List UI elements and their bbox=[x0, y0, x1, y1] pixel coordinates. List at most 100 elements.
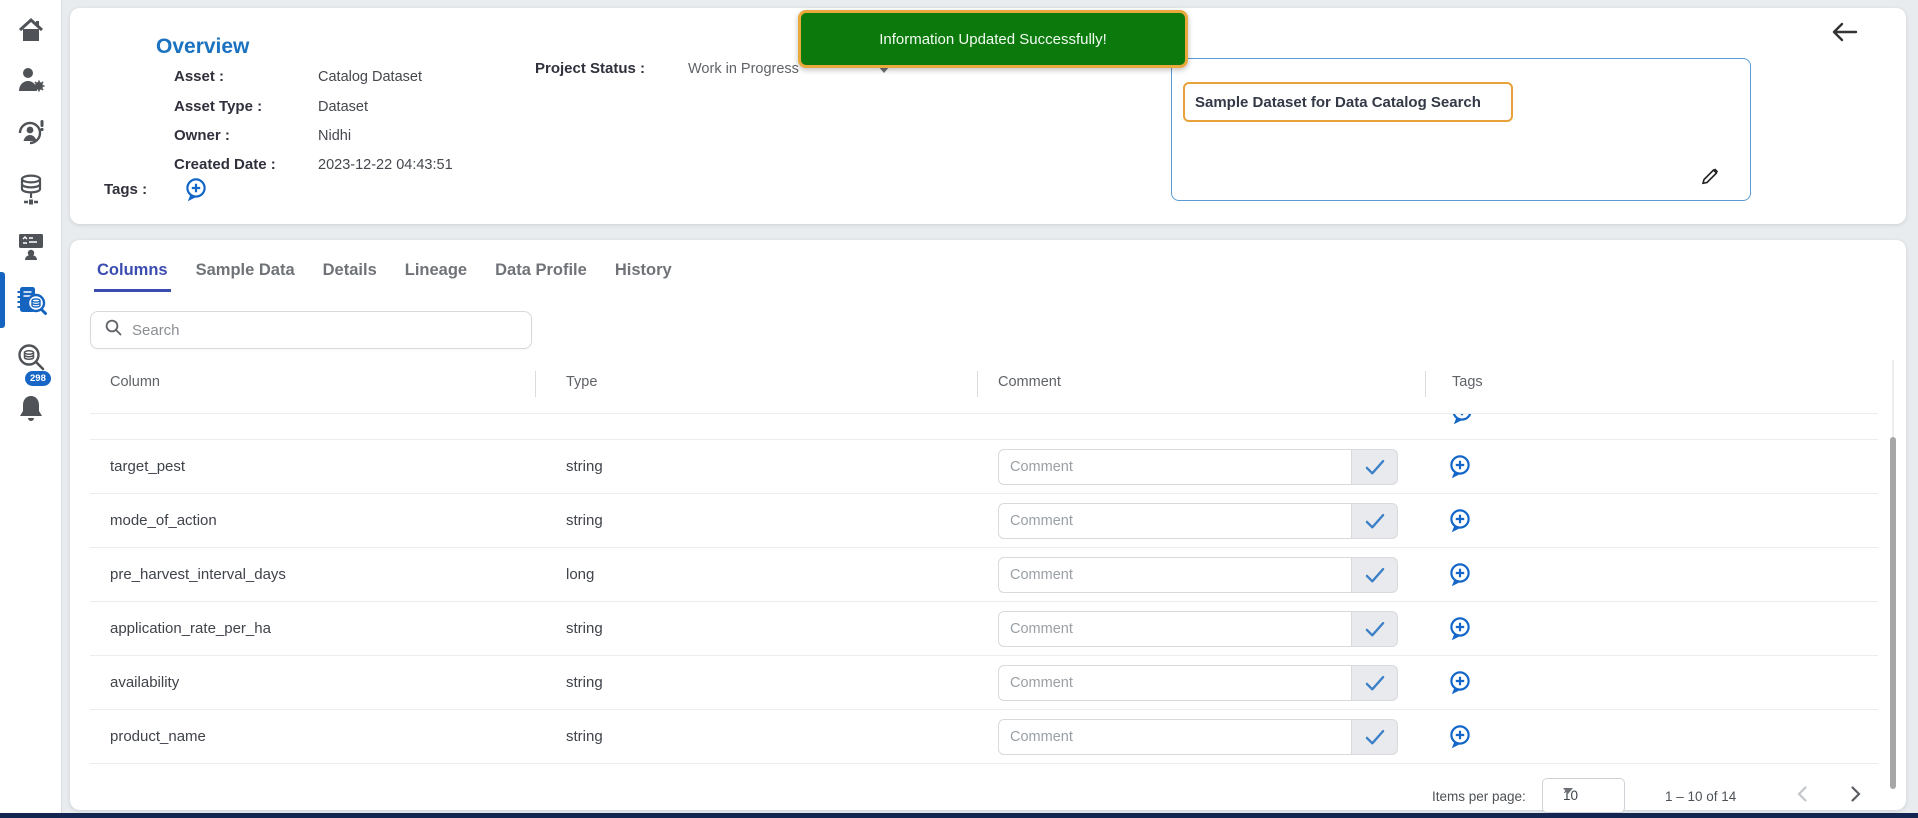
tab-details[interactable]: Details bbox=[320, 261, 380, 292]
asset-type-label: Asset Type : bbox=[174, 98, 263, 115]
toast-notification: Information Updated Successfully! bbox=[798, 10, 1188, 68]
asset-type-value: Dataset bbox=[318, 99, 368, 115]
created-date-label: Created Date : bbox=[174, 156, 276, 173]
tab-data-profile[interactable]: Data Profile bbox=[492, 261, 590, 292]
sidebar bbox=[0, 0, 62, 818]
asset-label: Asset : bbox=[174, 68, 225, 85]
column-type-cell: string bbox=[566, 512, 603, 529]
header-comment: Comment bbox=[998, 374, 1061, 390]
column-name-cell: availability bbox=[110, 674, 180, 691]
column-name-cell: application_rate_per_ha bbox=[110, 620, 271, 637]
database-network-icon bbox=[16, 174, 46, 206]
owner-value: Nidhi bbox=[318, 128, 352, 144]
comment-input[interactable] bbox=[998, 449, 1352, 485]
add-tag-icon[interactable] bbox=[1448, 670, 1472, 699]
table-row: product_name string bbox=[90, 710, 1878, 764]
table-row: pre_harvest_interval_days long bbox=[90, 548, 1878, 602]
user-alert-icon bbox=[16, 118, 46, 148]
tab-lineage[interactable]: Lineage bbox=[402, 261, 470, 292]
sidebar-item-data-search[interactable] bbox=[13, 339, 49, 375]
previous-page-icon[interactable] bbox=[1792, 783, 1814, 808]
add-tag-icon[interactable] bbox=[1450, 414, 1474, 427]
column-separator bbox=[977, 371, 978, 397]
sidebar-item-user-management[interactable] bbox=[13, 62, 49, 98]
partial-row bbox=[1444, 414, 1484, 427]
comment-save-button[interactable] bbox=[1352, 449, 1398, 485]
created-date-value: 2023-12-22 04:43:51 bbox=[318, 157, 453, 173]
header-type: Type bbox=[566, 374, 598, 390]
project-status-dropdown[interactable]: Work in Progress bbox=[688, 61, 799, 77]
page-title: Overview bbox=[156, 35, 250, 58]
search-data-icon bbox=[16, 342, 46, 372]
toast-message: Information Updated Successfully! bbox=[879, 30, 1107, 48]
column-type-cell: string bbox=[566, 728, 603, 745]
user-gear-icon bbox=[16, 65, 46, 95]
tab-bar: Columns Sample Data Details Lineage Data Pro… bbox=[94, 261, 675, 292]
column-separator bbox=[535, 371, 536, 397]
sidebar-item-home[interactable] bbox=[13, 13, 49, 49]
next-page-icon[interactable] bbox=[1844, 783, 1866, 808]
column-name-cell: mode_of_action bbox=[110, 512, 217, 529]
chevron-down-icon bbox=[1563, 788, 1573, 794]
table-scrollbar-thumb[interactable] bbox=[1890, 437, 1896, 789]
search-input[interactable] bbox=[132, 321, 512, 339]
comment-input[interactable] bbox=[998, 503, 1352, 539]
asset-value: Catalog Dataset bbox=[318, 69, 422, 85]
presentation-icon bbox=[16, 231, 46, 261]
column-separator bbox=[1425, 371, 1426, 397]
back-arrow-icon[interactable] bbox=[1830, 20, 1858, 47]
column-name-cell: pre_harvest_interval_days bbox=[110, 566, 286, 583]
data-catalog-search-icon bbox=[14, 284, 48, 318]
column-name-cell: product_name bbox=[110, 728, 206, 745]
add-tag-icon[interactable] bbox=[1448, 724, 1472, 753]
bottom-accent-bar bbox=[0, 813, 1918, 818]
tags-label: Tags : bbox=[104, 181, 148, 198]
description-box bbox=[1171, 58, 1751, 201]
comment-save-button[interactable] bbox=[1352, 719, 1398, 755]
tab-columns[interactable]: Columns bbox=[94, 261, 171, 292]
table-row: application_rate_per_ha string bbox=[90, 602, 1878, 656]
column-type-cell: long bbox=[566, 566, 595, 583]
table-row: availability string bbox=[90, 656, 1878, 710]
columns-table: target_pest string mode_of_action string… bbox=[90, 440, 1878, 765]
comment-save-button[interactable] bbox=[1352, 557, 1398, 593]
add-tag-icon[interactable] bbox=[184, 177, 208, 206]
add-tag-icon[interactable] bbox=[1448, 508, 1472, 537]
comment-input[interactable] bbox=[998, 557, 1352, 593]
tab-sample-data[interactable]: Sample Data bbox=[193, 261, 298, 292]
comment-input[interactable] bbox=[998, 719, 1352, 755]
add-tag-icon[interactable] bbox=[1448, 454, 1472, 483]
comment-input[interactable] bbox=[998, 611, 1352, 647]
home-icon bbox=[16, 16, 46, 46]
items-per-page-select[interactable]: 10 bbox=[1542, 778, 1625, 813]
column-name-cell: target_pest bbox=[110, 458, 186, 475]
header-column: Column bbox=[110, 374, 160, 390]
table-row: target_pest string bbox=[90, 440, 1878, 494]
page-range: 1 – 10 of 14 bbox=[1665, 789, 1737, 804]
column-type-cell: string bbox=[566, 458, 603, 475]
add-tag-icon[interactable] bbox=[1448, 562, 1472, 591]
add-tag-icon[interactable] bbox=[1448, 616, 1472, 645]
tab-history[interactable]: History bbox=[612, 261, 675, 292]
comment-input[interactable] bbox=[998, 665, 1352, 701]
items-per-page-label: Items per page: bbox=[1432, 789, 1526, 804]
edit-pencil-icon[interactable] bbox=[1700, 166, 1720, 189]
sidebar-item-data-sources[interactable] bbox=[13, 172, 49, 208]
active-nav-indicator bbox=[0, 272, 5, 328]
table-row: mode_of_action string bbox=[90, 494, 1878, 548]
comment-save-button[interactable] bbox=[1352, 665, 1398, 701]
sidebar-item-training[interactable] bbox=[13, 228, 49, 264]
comment-save-button[interactable] bbox=[1352, 503, 1398, 539]
description-tag-chip[interactable]: Sample Dataset for Data Catalog Search bbox=[1183, 82, 1513, 122]
sidebar-item-notifications[interactable] bbox=[13, 390, 49, 426]
bell-icon bbox=[16, 393, 46, 423]
column-type-cell: string bbox=[566, 674, 603, 691]
notification-badge: 298 bbox=[25, 371, 51, 386]
comment-save-button[interactable] bbox=[1352, 611, 1398, 647]
owner-label: Owner : bbox=[174, 127, 230, 144]
header-tags: Tags bbox=[1452, 374, 1483, 390]
search-box bbox=[90, 311, 532, 349]
search-icon bbox=[105, 319, 122, 341]
sidebar-item-data-catalog[interactable] bbox=[13, 283, 49, 319]
sidebar-item-account-alert[interactable] bbox=[13, 115, 49, 151]
